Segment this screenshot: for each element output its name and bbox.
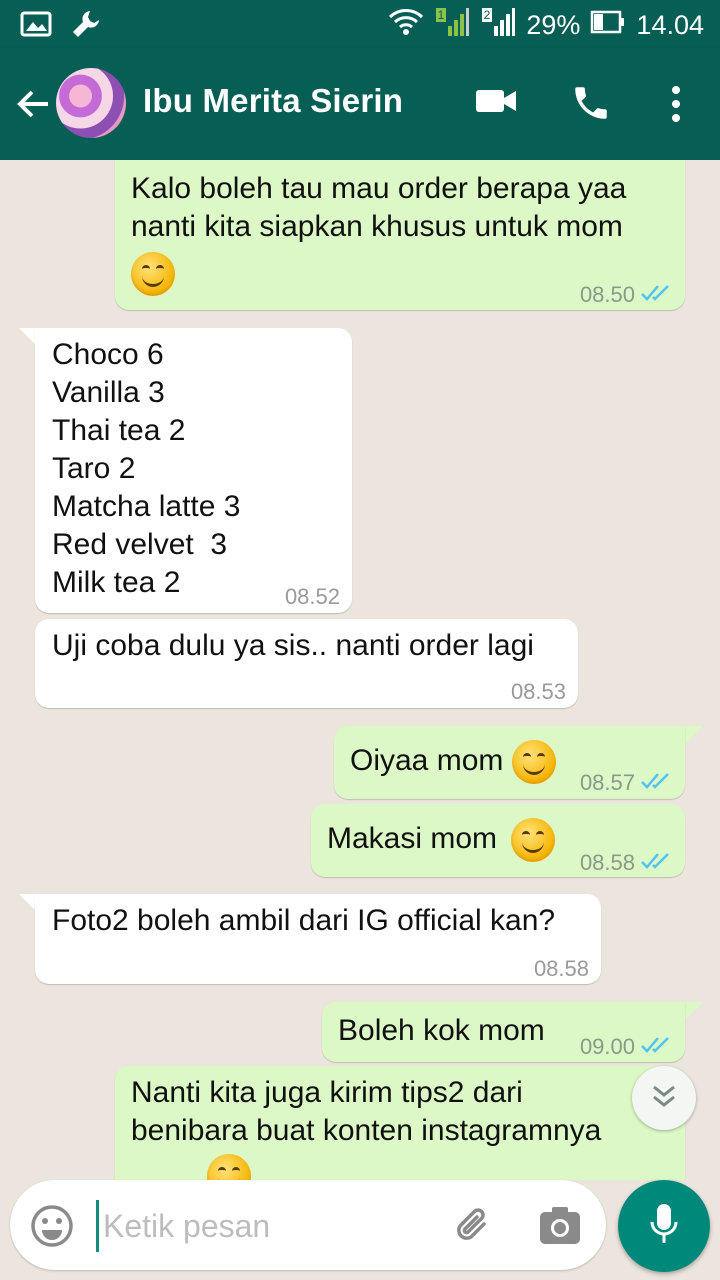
message-text: Kalo boleh tau mau order berapa yaa nant… [131, 172, 627, 243]
message-time: 08.57 [579, 770, 635, 795]
read-ticks-icon [641, 764, 671, 802]
read-ticks-icon [641, 1028, 671, 1066]
message-incoming[interactable]: Foto2 boleh ambil dari IG official kan? … [35, 894, 601, 984]
message-incoming[interactable]: Uji coba dulu ya sis.. nanti order lagi … [35, 619, 578, 708]
voice-call-icon[interactable] [570, 82, 612, 129]
sim1-label: 1 [438, 8, 445, 22]
signal-sim2-icon: 2 [480, 6, 516, 45]
message-composer [10, 1180, 606, 1270]
message-input[interactable] [96, 1200, 425, 1252]
status-bar: 1 2 29% 14.04 [0, 0, 720, 48]
more-options-icon[interactable] [664, 84, 688, 129]
message-text: Makasi mom [327, 822, 498, 855]
clock: 14.04 [636, 10, 704, 40]
smiling-emoji-icon [207, 1154, 251, 1180]
chat-header: Ibu Merita Sierin [0, 48, 720, 160]
message-meta: 08.52 [285, 578, 340, 616]
message-time: 08.58 [579, 850, 635, 875]
message-outgoing[interactable]: Makasi mom 08.58 [311, 804, 685, 877]
message-text: Boleh kok mom [338, 1014, 545, 1047]
message-text: Foto2 boleh ambil dari IG official kan? [52, 904, 556, 937]
voice-record-button[interactable] [618, 1180, 710, 1272]
scroll-to-bottom-button[interactable] [632, 1066, 696, 1130]
message-time: 09.00 [579, 1034, 635, 1059]
contact-name[interactable]: Ibu Merita Sierin [143, 82, 403, 120]
message-list[interactable]: Kalo boleh tau mau order berapa yaa nant… [0, 160, 720, 1180]
message-outgoing[interactable]: Boleh kok mom 09.00 [322, 1002, 685, 1062]
message-outgoing[interactable]: Oiyaa mom 08.57 [334, 726, 685, 799]
message-time: 08.53 [510, 679, 566, 704]
gallery-notification-icon [20, 10, 52, 43]
message-outgoing[interactable]: Kalo boleh tau mau order berapa yaa nant… [115, 160, 685, 310]
read-ticks-icon [641, 276, 671, 314]
smiling-emoji-icon [512, 740, 556, 784]
message-outgoing[interactable]: Nanti kita juga kirim tips2 dari benibar… [115, 1066, 685, 1180]
sim2-label: 2 [484, 8, 491, 22]
contact-avatar[interactable] [56, 68, 126, 138]
message-time: 08.52 [284, 584, 340, 609]
message-meta: 08.58 [534, 950, 589, 988]
chevron-double-down-icon [650, 1083, 678, 1114]
bubble-tail [685, 726, 703, 744]
battery-icon [590, 10, 626, 41]
battery-percent: 29% [526, 10, 581, 40]
message-meta: 08.50 [580, 276, 671, 314]
message-text: Choco 6 Vanilla 3 Thai tea 2 Taro 2 Matc… [52, 338, 241, 599]
smiling-emoji-icon [131, 252, 175, 296]
signal-sim1-icon: 1 [434, 6, 470, 45]
message-text: Oiyaa mom [350, 744, 504, 777]
read-ticks-icon [641, 844, 671, 882]
message-incoming[interactable]: Choco 6 Vanilla 3 Thai tea 2 Taro 2 Matc… [35, 328, 352, 613]
emoji-keyboard-icon[interactable] [30, 1204, 74, 1253]
message-meta: 09.00 [580, 1028, 671, 1066]
microphone-icon [649, 1202, 679, 1251]
back-arrow-icon[interactable] [14, 84, 54, 124]
message-meta: 08.53 [511, 673, 566, 711]
paperclip-icon[interactable] [450, 1202, 496, 1253]
wrench-icon [70, 8, 102, 45]
message-time: 08.58 [533, 956, 589, 981]
message-meta: 08.58 [580, 844, 671, 882]
message-meta: 08.57 [580, 764, 671, 802]
video-call-icon[interactable] [474, 86, 518, 121]
wifi-icon [388, 7, 424, 44]
camera-icon[interactable] [538, 1204, 582, 1251]
bubble-tail [685, 1002, 703, 1020]
message-text: Nanti kita juga kirim tips2 dari benibar… [131, 1076, 602, 1147]
message-text: Uji coba dulu ya sis.. nanti order lagi [52, 629, 534, 662]
smiling-emoji-icon [511, 818, 555, 862]
message-time: 08.50 [579, 282, 635, 307]
